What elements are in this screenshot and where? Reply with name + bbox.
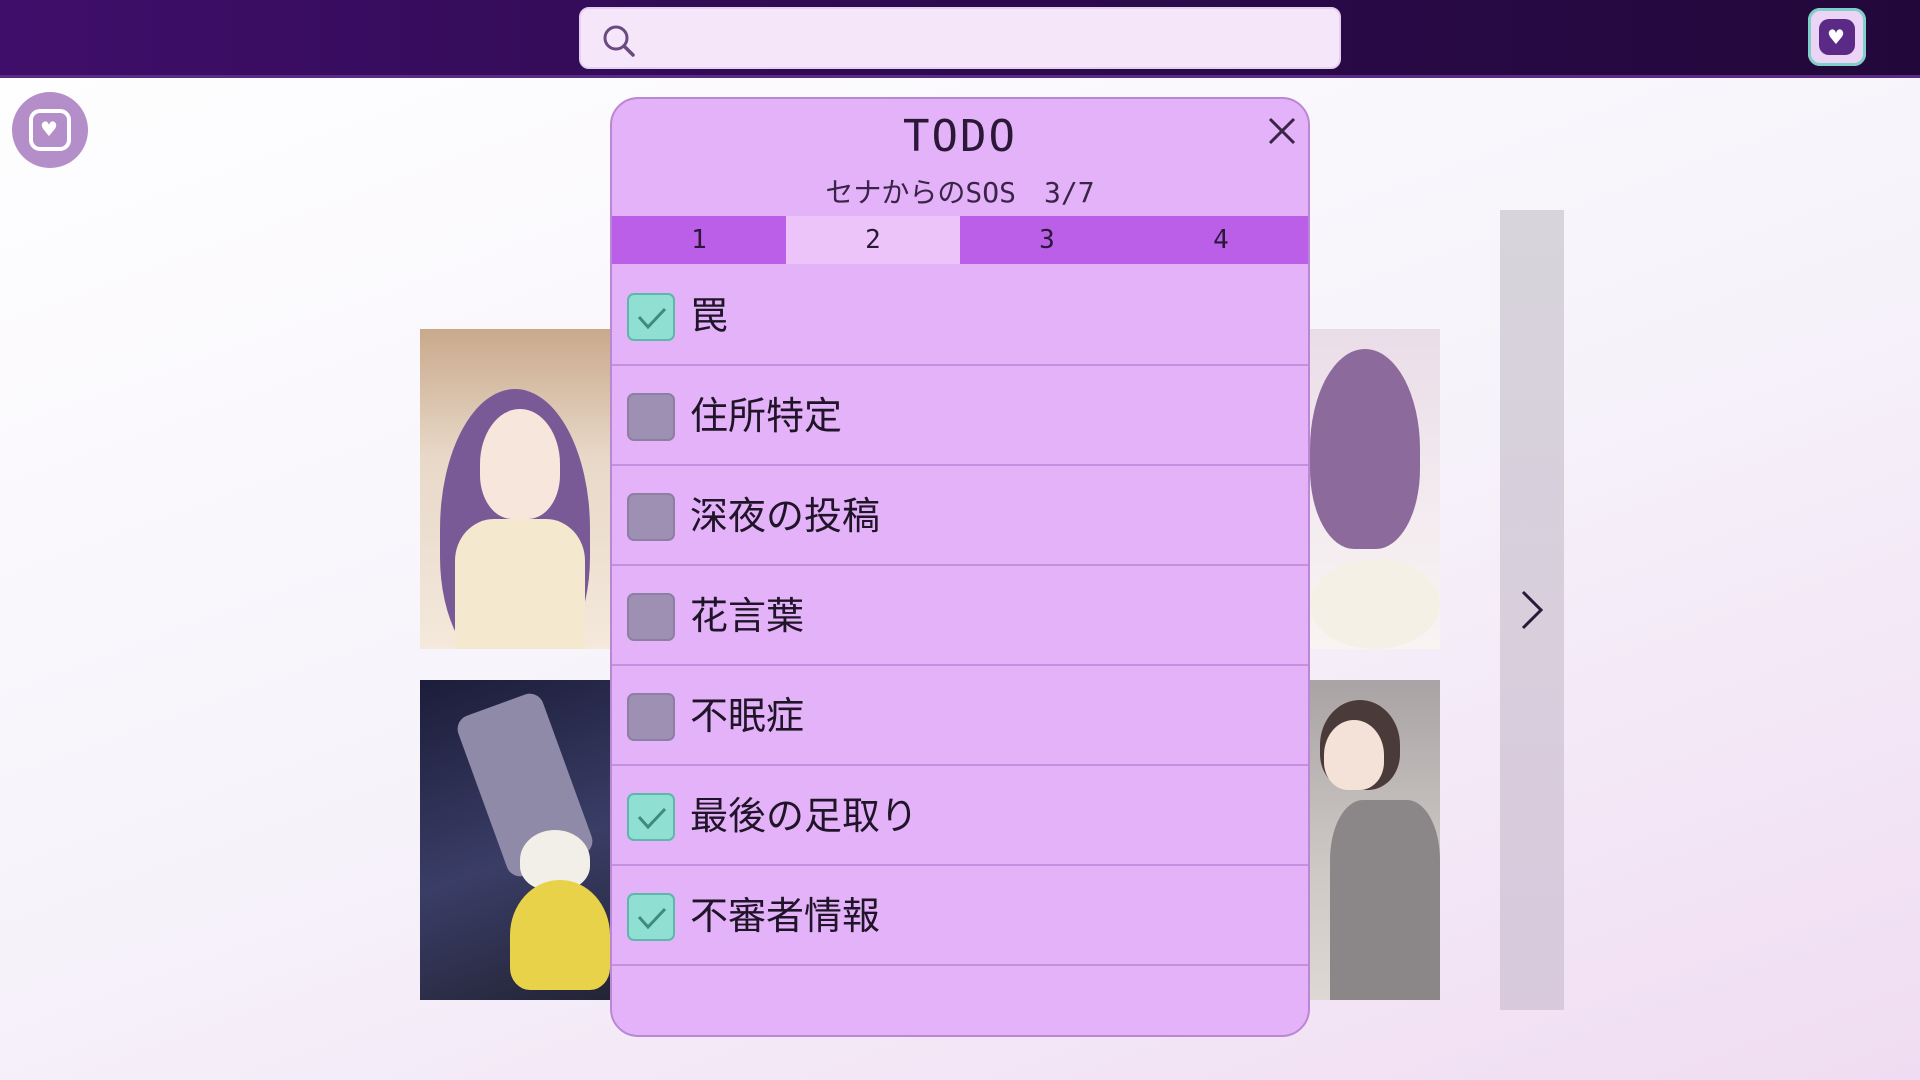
flower-shape bbox=[510, 880, 610, 990]
heart-app-icon: ♥ bbox=[1819, 19, 1855, 55]
checkbox-checked[interactable] bbox=[627, 293, 675, 341]
todo-item[interactable]: 不審者情報 bbox=[612, 866, 1308, 966]
tab-2[interactable]: 2 bbox=[786, 216, 960, 264]
checkbox-unchecked[interactable] bbox=[627, 593, 675, 641]
next-page-button[interactable] bbox=[1510, 580, 1554, 640]
heart-app-icon: ♥ bbox=[29, 109, 71, 151]
check-icon bbox=[637, 307, 667, 330]
modal-subtitle: セナからのSOS 3/7 bbox=[825, 176, 1095, 209]
search-icon bbox=[603, 25, 635, 57]
heart-icon: ♥ bbox=[1827, 25, 1845, 49]
todo-item-label: 花言葉 bbox=[690, 594, 805, 638]
todo-item-label: 不眠症 bbox=[690, 694, 805, 738]
todo-item[interactable]: 不眠症 bbox=[612, 666, 1308, 766]
tab-3[interactable]: 3 bbox=[960, 216, 1134, 264]
check-icon bbox=[637, 907, 667, 930]
face-shape bbox=[1324, 720, 1384, 790]
todo-modal: TODO セナからのSOS 3/7 1 2 3 4 罠 住所特定 深夜の投稿 花 bbox=[610, 97, 1310, 1037]
page-tabs: 1 2 3 4 bbox=[612, 216, 1308, 264]
profile-app-button[interactable]: ♥ bbox=[12, 92, 88, 168]
todo-item[interactable]: 深夜の投稿 bbox=[612, 466, 1308, 566]
face-shape bbox=[480, 409, 560, 519]
sweater-shape bbox=[455, 519, 585, 649]
todo-item[interactable]: 住所特定 bbox=[612, 366, 1308, 466]
plate-shape bbox=[1310, 559, 1440, 649]
search-bar[interactable] bbox=[579, 7, 1341, 69]
tab-4[interactable]: 4 bbox=[1134, 216, 1308, 264]
checkbox-unchecked[interactable] bbox=[627, 693, 675, 741]
search-input[interactable] bbox=[651, 17, 1321, 61]
shirt-shape bbox=[1330, 800, 1440, 1000]
todo-item-label: 罠 bbox=[690, 294, 729, 338]
gallery-image-girl-sweater[interactable] bbox=[420, 329, 610, 649]
todo-item-label: 深夜の投稿 bbox=[690, 494, 881, 538]
todo-item[interactable]: 罠 bbox=[612, 266, 1308, 366]
hair-shape bbox=[1310, 349, 1420, 549]
todo-item-label: 最後の足取り bbox=[690, 794, 919, 838]
heart-icon: ♥ bbox=[40, 117, 58, 141]
gallery-image-girl-food[interactable] bbox=[1310, 329, 1440, 649]
tab-1[interactable]: 1 bbox=[612, 216, 786, 264]
checkbox-checked[interactable] bbox=[627, 893, 675, 941]
chevron-right-icon bbox=[1521, 590, 1544, 630]
todo-item-label: 不審者情報 bbox=[690, 894, 881, 938]
checkbox-unchecked[interactable] bbox=[627, 393, 675, 441]
check-icon bbox=[637, 807, 667, 830]
close-icon bbox=[1268, 117, 1296, 145]
todo-item[interactable]: 花言葉 bbox=[612, 566, 1308, 666]
checkbox-checked[interactable] bbox=[627, 793, 675, 841]
todo-item-label: 住所特定 bbox=[690, 394, 843, 438]
todo-item[interactable]: 最後の足取り bbox=[612, 766, 1308, 866]
top-bar: ♥ bbox=[0, 0, 1920, 78]
close-button[interactable] bbox=[1264, 113, 1300, 149]
todo-list: 罠 住所特定 深夜の投稿 花言葉 不眠症 最後の足取り 不審者情報 bbox=[612, 266, 1308, 966]
app-home-button[interactable]: ♥ bbox=[1808, 8, 1866, 66]
checkbox-unchecked[interactable] bbox=[627, 493, 675, 541]
gallery-image-woman-cafe[interactable] bbox=[1310, 680, 1440, 1000]
gallery-image-phone-flower[interactable] bbox=[420, 680, 610, 1000]
modal-title: TODO bbox=[903, 111, 1017, 162]
